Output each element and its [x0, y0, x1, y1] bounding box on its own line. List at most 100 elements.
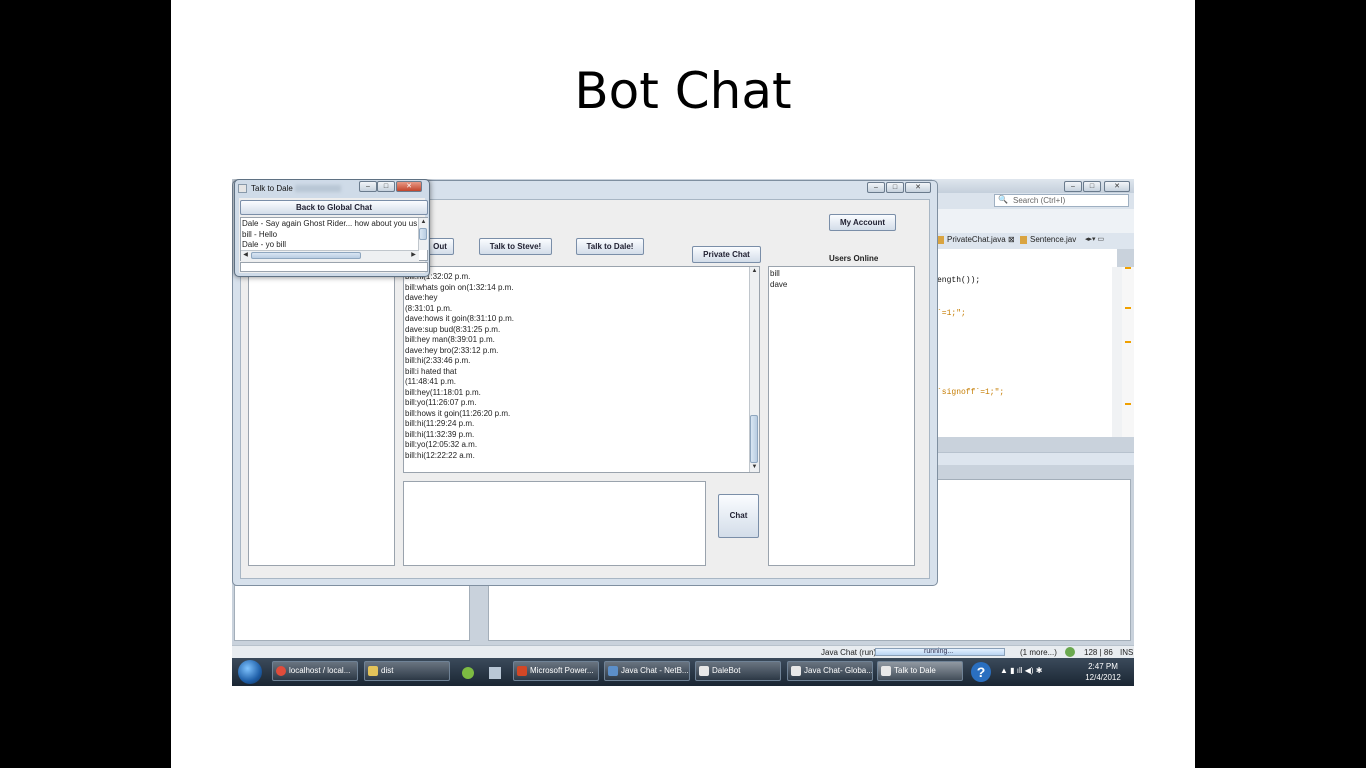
- ide-editor-tabs: PrivateChat.java ⊠ Sentence.jav ◂▸▾ ▭: [932, 233, 1134, 249]
- chat-line: dave:sup bud(8:31:25 p.m.: [405, 324, 501, 334]
- powerpoint-icon: [517, 666, 527, 676]
- main-minimize-button[interactable]: –: [867, 182, 885, 193]
- taskbar-item-powerpoint[interactable]: Microsoft Power...: [513, 661, 599, 681]
- scroll-up-arrow-icon[interactable]: ▲: [419, 218, 428, 227]
- scroll-thumb[interactable]: [750, 415, 758, 463]
- ide-close-button[interactable]: ✕: [1104, 181, 1130, 192]
- ide-menu-strip: [932, 209, 1134, 234]
- ide-code-editor[interactable]: ength()); `=1;"; `signoff`=1;";: [932, 249, 1117, 437]
- scroll-up-arrow-icon[interactable]: ▲: [750, 267, 759, 276]
- dale-message: bill - Hello: [242, 230, 278, 239]
- scroll-left-arrow-icon[interactable]: ◀: [241, 251, 250, 260]
- spotify-icon[interactable]: [462, 667, 474, 679]
- ide-editor-scrollbar[interactable]: [1112, 267, 1122, 437]
- scroll-down-arrow-icon[interactable]: ▼: [750, 463, 759, 472]
- scroll-thumb[interactable]: [251, 252, 361, 259]
- user-list-item[interactable]: bill: [770, 269, 780, 278]
- scroll-right-arrow-icon[interactable]: ▶: [409, 251, 418, 260]
- dale-window-title: Talk to Dale: [251, 184, 293, 193]
- left-list-panel[interactable]: [248, 268, 395, 566]
- user-list-item[interactable]: dave: [770, 280, 787, 289]
- dale-close-button[interactable]: ✕: [396, 181, 422, 192]
- dale-message-input[interactable]: [240, 262, 428, 272]
- clock-date: 12/4/2012: [1085, 673, 1121, 682]
- chat-line: bill:yo(11:26:07 p.m.: [405, 398, 477, 407]
- mail-icon[interactable]: [489, 667, 501, 679]
- dale-message: Dale - yo bill: [242, 240, 287, 249]
- chat-line: (8:31:01 p.m.: [405, 303, 453, 313]
- java-file-icon: [937, 236, 944, 244]
- dale-content: Back to Global Chat Dale - Say again Gho…: [239, 198, 428, 273]
- dale-vscroll[interactable]: ▲: [418, 218, 428, 250]
- main-close-button[interactable]: ✕: [905, 182, 931, 193]
- title-blur: [295, 185, 341, 192]
- chat-history-lines: bill:hi(1:32:02 p.m. bill:whats goin on(…: [405, 272, 514, 461]
- chat-line: bill:hi(12:22:22 a.m.: [405, 450, 475, 460]
- private-chat-button[interactable]: Private Chat: [692, 246, 761, 263]
- chat-line: bill:hi(11:29:24 p.m.: [405, 419, 475, 428]
- ide-search-placeholder: Search (Ctrl+I): [1013, 196, 1066, 205]
- ide-error-stripe: [1122, 267, 1134, 437]
- clock[interactable]: 2:47 PM 12/4/2012: [1078, 661, 1128, 683]
- chat-history-panel[interactable]: bill:hi(1:32:02 p.m. bill:whats goin on(…: [403, 266, 760, 473]
- ide-minimize-button[interactable]: –: [1064, 181, 1082, 192]
- java-app-icon: [238, 184, 247, 193]
- clock-time: 2:47 PM: [1088, 662, 1118, 671]
- taskbar-item-dist[interactable]: dist: [364, 661, 450, 681]
- sign-out-button[interactable]: Out: [426, 238, 454, 255]
- windows-taskbar: localhost / local... dist Microsoft Powe…: [232, 658, 1134, 686]
- taskbar-item-netbeans[interactable]: Java Chat - NetB...: [604, 661, 690, 681]
- back-to-global-chat-button[interactable]: Back to Global Chat: [240, 200, 428, 215]
- run-progress-label: running...: [924, 648, 954, 655]
- talk-to-dale-button[interactable]: Talk to Dale!: [576, 238, 644, 255]
- ide-status-bar: Java Chat (run) running... (1 more...) 1…: [232, 645, 1134, 659]
- talk-to-steve-button[interactable]: Talk to Steve!: [479, 238, 552, 255]
- screenshot: – □ ✕ 🔍 Search (Ctrl+I) PrivateChat.java…: [232, 179, 1134, 686]
- ide-output-header: [932, 452, 1134, 465]
- update-icon[interactable]: [1065, 647, 1075, 657]
- dale-messages-panel[interactable]: Dale - Say again Ghost Rider... how abou…: [240, 217, 428, 261]
- start-button-icon[interactable]: [238, 660, 262, 684]
- talk-to-dale-window: Talk to Dale – □ ✕ Back to Global Chat D…: [234, 179, 430, 277]
- insert-mode: INS: [1120, 648, 1134, 657]
- code-line: ength());: [937, 276, 981, 285]
- tab-sentence[interactable]: Sentence.jav: [1020, 235, 1076, 244]
- netbeans-icon: [608, 666, 618, 676]
- dale-minimize-button[interactable]: –: [359, 181, 377, 192]
- scroll-thumb[interactable]: [419, 228, 427, 240]
- caret-position: 128 | 86: [1084, 648, 1113, 657]
- chat-line: dave:hows it goin(8:31:10 p.m.: [405, 314, 514, 323]
- users-online-label: Users Online: [829, 254, 879, 263]
- code-line: `signoff`=1;";: [937, 388, 1005, 397]
- chat-line: bill:hi(11:32:39 p.m.: [405, 429, 475, 439]
- dale-maximize-button[interactable]: □: [377, 181, 395, 192]
- ide-maximize-button[interactable]: □: [1083, 181, 1101, 192]
- taskbar-item-browser[interactable]: localhost / local...: [272, 661, 358, 681]
- tab-close-icon[interactable]: ⊠: [1008, 235, 1015, 244]
- message-input[interactable]: [403, 481, 706, 566]
- ide-search-box[interactable]: 🔍 Search (Ctrl+I): [994, 194, 1129, 207]
- ide-titlebar: – □ ✕: [932, 179, 1134, 193]
- chat-line: bill:whats goin on(1:32:14 p.m.: [405, 282, 514, 292]
- java-icon: [699, 666, 709, 676]
- taskbar-item-talk-to-dale[interactable]: Talk to Dale: [877, 661, 963, 681]
- my-account-button[interactable]: My Account: [829, 214, 896, 231]
- tab-scroll-buttons[interactable]: ◂▸▾ ▭: [1085, 235, 1104, 243]
- taskbar-item-java-chat-global[interactable]: Java Chat- Globa...: [787, 661, 873, 681]
- tray-icons[interactable]: ▲ ▮ ıll ◀) ✱: [1000, 666, 1043, 675]
- taskbar-item-dalebot[interactable]: DaleBot: [695, 661, 781, 681]
- more-tasks-label[interactable]: (1 more...): [1020, 648, 1057, 657]
- run-status-label: Java Chat (run): [821, 648, 877, 657]
- chat-history-scrollbar[interactable]: ▲ ▼: [749, 267, 759, 472]
- folder-icon: [368, 666, 378, 676]
- users-online-list[interactable]: bill dave: [768, 266, 915, 566]
- chat-send-button[interactable]: Chat: [718, 494, 759, 538]
- chrome-icon: [276, 666, 286, 676]
- java-icon: [791, 666, 801, 676]
- java-file-icon: [1020, 236, 1027, 244]
- tab-privatechat[interactable]: PrivateChat.java ⊠: [937, 235, 1015, 244]
- main-maximize-button[interactable]: □: [886, 182, 904, 193]
- dale-hscroll[interactable]: ◀ ▶: [241, 250, 419, 261]
- help-icon[interactable]: ?: [971, 662, 991, 682]
- java-icon: [881, 666, 891, 676]
